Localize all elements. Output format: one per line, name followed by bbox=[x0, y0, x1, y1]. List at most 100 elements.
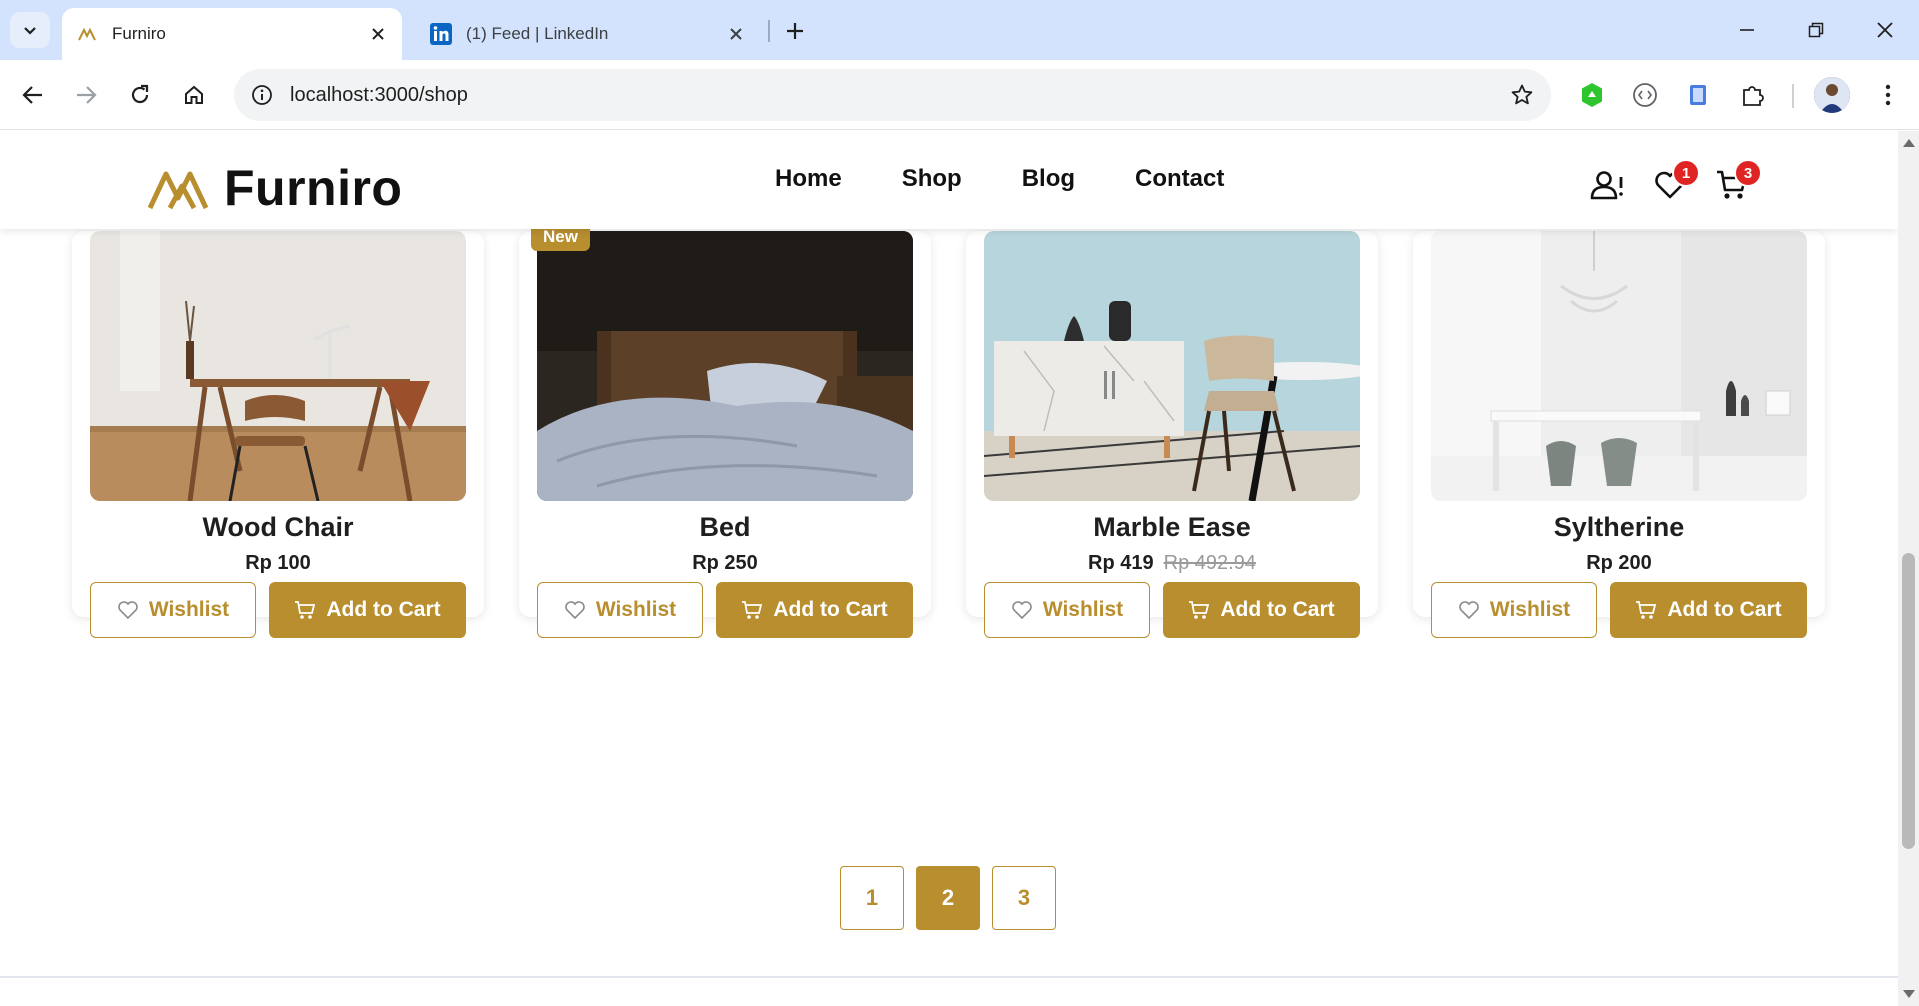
browser-menu-button[interactable] bbox=[1870, 77, 1906, 113]
wishlist-button[interactable]: Wishlist bbox=[90, 582, 256, 638]
cart-icon bbox=[742, 601, 763, 619]
product-price-row: Rp 419 Rp 492.94 bbox=[966, 552, 1378, 575]
nav-shop[interactable]: Shop bbox=[902, 165, 962, 193]
user-alert-icon bbox=[1590, 171, 1623, 200]
kebab-menu-icon bbox=[1885, 84, 1891, 106]
page-button-current[interactable]: 2 bbox=[916, 866, 980, 930]
browser-tab-bar: Furniro (1) Feed | LinkedIn bbox=[0, 0, 1919, 60]
product-name[interactable]: Syltherine bbox=[1413, 512, 1825, 543]
pagination: 1 2 3 bbox=[840, 866, 1056, 930]
product-card[interactable]: Syltherine Rp 200 Wishlist Add to Cart bbox=[1413, 231, 1825, 638]
main-nav: Home Shop Blog Contact bbox=[775, 165, 1224, 193]
back-button[interactable] bbox=[13, 75, 53, 115]
scroll-down-arrow-icon[interactable] bbox=[1903, 990, 1915, 998]
wishlist-label: Wishlist bbox=[595, 598, 677, 621]
tab-divider bbox=[768, 20, 770, 42]
add-to-cart-button[interactable]: Add to Cart bbox=[1163, 582, 1360, 638]
plus-icon bbox=[787, 23, 803, 39]
cart-icon bbox=[1636, 601, 1657, 619]
furniro-logo-icon bbox=[148, 171, 209, 210]
product-name[interactable]: Marble Ease bbox=[966, 512, 1378, 543]
cart-icon bbox=[295, 601, 316, 619]
forward-button[interactable] bbox=[66, 75, 106, 115]
product-card[interactable]: Marble Ease Rp 419 Rp 492.94 Wishlist Add… bbox=[966, 231, 1378, 638]
arrow-left-icon bbox=[22, 86, 42, 104]
reload-button[interactable] bbox=[120, 75, 160, 115]
tab-title: Furniro bbox=[112, 24, 166, 43]
account-button[interactable] bbox=[1588, 165, 1628, 205]
product-price: Rp 200 bbox=[1586, 552, 1652, 574]
add-to-cart-button[interactable]: Add to Cart bbox=[716, 582, 913, 638]
product-old-price: Rp 492.94 bbox=[1163, 552, 1256, 574]
wishlist-button[interactable]: Wishlist bbox=[984, 582, 1150, 638]
nav-home[interactable]: Home bbox=[775, 165, 842, 193]
product-image[interactable] bbox=[537, 231, 913, 501]
product-image[interactable] bbox=[1431, 231, 1807, 501]
product-price: Rp 100 bbox=[245, 552, 311, 574]
bookmark-star-icon[interactable] bbox=[1507, 80, 1537, 110]
code-extension-icon[interactable] bbox=[1627, 77, 1663, 113]
minimize-button[interactable] bbox=[1724, 12, 1770, 48]
toolbar-divider bbox=[1792, 84, 1794, 108]
product-price: Rp 419 bbox=[1088, 552, 1154, 574]
wishlist-button[interactable]: Wishlist bbox=[537, 582, 703, 638]
close-window-button[interactable] bbox=[1862, 12, 1908, 48]
tab-furniro[interactable]: Furniro bbox=[62, 8, 402, 60]
arrow-right-icon bbox=[77, 86, 97, 104]
restore-icon bbox=[1808, 22, 1824, 38]
extensions-puzzle-icon[interactable] bbox=[1735, 77, 1771, 113]
scroll-up-arrow-icon[interactable] bbox=[1903, 139, 1915, 147]
brand-name: Furniro bbox=[224, 160, 403, 216]
product-card[interactable]: Wood Chair Rp 100 Wishlist Add to Cart bbox=[72, 231, 484, 638]
restore-button[interactable] bbox=[1793, 12, 1839, 48]
tab-search-button[interactable] bbox=[10, 12, 50, 48]
site-info-icon[interactable] bbox=[248, 81, 276, 109]
product-price-row: Rp 200 bbox=[1413, 552, 1825, 575]
heart-icon bbox=[1459, 601, 1479, 620]
page-button[interactable]: 1 bbox=[840, 866, 904, 930]
add-to-cart-label: Add to Cart bbox=[1667, 598, 1782, 621]
browser-toolbar: localhost:3000/shop bbox=[0, 60, 1919, 130]
cart-count-badge: 3 bbox=[1734, 159, 1762, 187]
profile-avatar[interactable] bbox=[1814, 77, 1850, 113]
wishlist-count-badge: 1 bbox=[1672, 159, 1700, 187]
furniro-favicon-icon bbox=[76, 23, 98, 45]
home-icon bbox=[185, 85, 203, 104]
heart-icon bbox=[1012, 601, 1032, 620]
wishlist-label: Wishlist bbox=[1042, 598, 1124, 621]
wishlist-label: Wishlist bbox=[1489, 598, 1571, 621]
page-button[interactable]: 3 bbox=[992, 866, 1056, 930]
chevron-down-icon bbox=[24, 27, 36, 35]
product-image[interactable] bbox=[984, 231, 1360, 501]
brand-logo[interactable]: Furniro bbox=[148, 159, 402, 217]
product-name[interactable]: Bed bbox=[519, 512, 931, 543]
green-extension-icon[interactable] bbox=[1574, 77, 1610, 113]
address-bar[interactable]: localhost:3000/shop bbox=[234, 69, 1551, 121]
close-tab-icon[interactable] bbox=[366, 22, 390, 46]
page-scrollbar[interactable] bbox=[1898, 131, 1919, 1006]
product-price-row: Rp 250 bbox=[519, 552, 931, 575]
heart-icon bbox=[565, 601, 585, 620]
scrollbar-thumb[interactable] bbox=[1902, 553, 1915, 849]
nav-contact[interactable]: Contact bbox=[1135, 165, 1224, 193]
add-to-cart-button[interactable]: Add to Cart bbox=[1610, 582, 1807, 638]
wishlist-button[interactable]: Wishlist bbox=[1431, 582, 1597, 638]
tab-title: (1) Feed | LinkedIn bbox=[466, 24, 609, 43]
home-button[interactable] bbox=[174, 75, 214, 115]
page-viewport: Wood Chair Rp 100 Wishlist Add to Cart N… bbox=[0, 131, 1898, 1006]
reload-icon bbox=[131, 84, 149, 104]
product-name[interactable]: Wood Chair bbox=[72, 512, 484, 543]
close-tab-icon[interactable] bbox=[724, 22, 748, 46]
clipboard-extension-icon[interactable] bbox=[1680, 77, 1716, 113]
heart-icon bbox=[118, 601, 138, 620]
product-price-row: Rp 100 bbox=[72, 552, 484, 575]
add-to-cart-label: Add to Cart bbox=[326, 598, 441, 621]
nav-blog[interactable]: Blog bbox=[1022, 165, 1075, 193]
new-tab-button[interactable] bbox=[778, 14, 812, 48]
tab-linkedin[interactable]: (1) Feed | LinkedIn bbox=[412, 8, 760, 60]
add-to-cart-button[interactable]: Add to Cart bbox=[269, 582, 466, 638]
add-to-cart-label: Add to Cart bbox=[773, 598, 888, 621]
product-image[interactable] bbox=[90, 231, 466, 501]
product-card[interactable]: New Bed Rp 250 Wishlist Add to Cart bbox=[519, 223, 931, 638]
url-text[interactable]: localhost:3000/shop bbox=[290, 84, 468, 107]
